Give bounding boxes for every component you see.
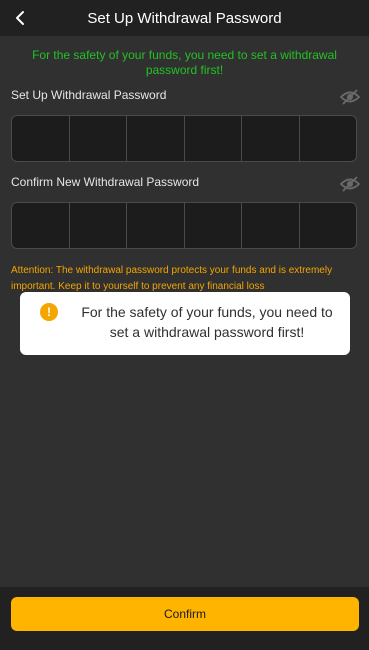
digit-cell[interactable] bbox=[185, 116, 242, 161]
exclamation-icon: ! bbox=[40, 303, 58, 321]
eye-off-icon bbox=[339, 176, 361, 192]
eye-off-icon bbox=[339, 89, 361, 105]
digit-cell[interactable] bbox=[300, 203, 357, 248]
bottom-bar: Confirm bbox=[0, 587, 369, 650]
digit-cell[interactable] bbox=[185, 203, 242, 248]
set-password-label: Set Up Withdrawal Password bbox=[11, 88, 167, 102]
digit-cell[interactable] bbox=[127, 116, 185, 161]
page-title: Set Up Withdrawal Password bbox=[87, 9, 282, 27]
confirm-password-input[interactable] bbox=[11, 202, 357, 249]
chevron-left-icon bbox=[16, 11, 24, 25]
digit-cell[interactable] bbox=[242, 116, 300, 161]
toast-text: For the safety of your funds, you need t… bbox=[81, 304, 333, 340]
digit-cell[interactable] bbox=[12, 116, 70, 161]
toggle-visibility-button[interactable] bbox=[339, 176, 361, 192]
back-button[interactable] bbox=[8, 6, 32, 30]
attention-text: Attention: The withdrawal password prote… bbox=[11, 265, 333, 292]
toggle-visibility-button[interactable] bbox=[339, 89, 361, 105]
digit-cell[interactable] bbox=[127, 203, 185, 248]
digit-cell[interactable] bbox=[70, 203, 127, 248]
digit-cell[interactable] bbox=[12, 203, 70, 248]
digit-cell[interactable] bbox=[300, 116, 357, 161]
confirm-password-label: Confirm New Withdrawal Password bbox=[11, 175, 200, 189]
safety-notice: For the safety of your funds, you need t… bbox=[32, 48, 337, 77]
confirm-button[interactable]: Confirm bbox=[11, 597, 359, 631]
digit-cell[interactable] bbox=[70, 116, 127, 161]
toast-message: ! For the safety of your funds, you need… bbox=[20, 292, 350, 355]
top-bar: Set Up Withdrawal Password bbox=[0, 0, 369, 36]
digit-cell[interactable] bbox=[242, 203, 300, 248]
password-input[interactable] bbox=[11, 115, 357, 162]
